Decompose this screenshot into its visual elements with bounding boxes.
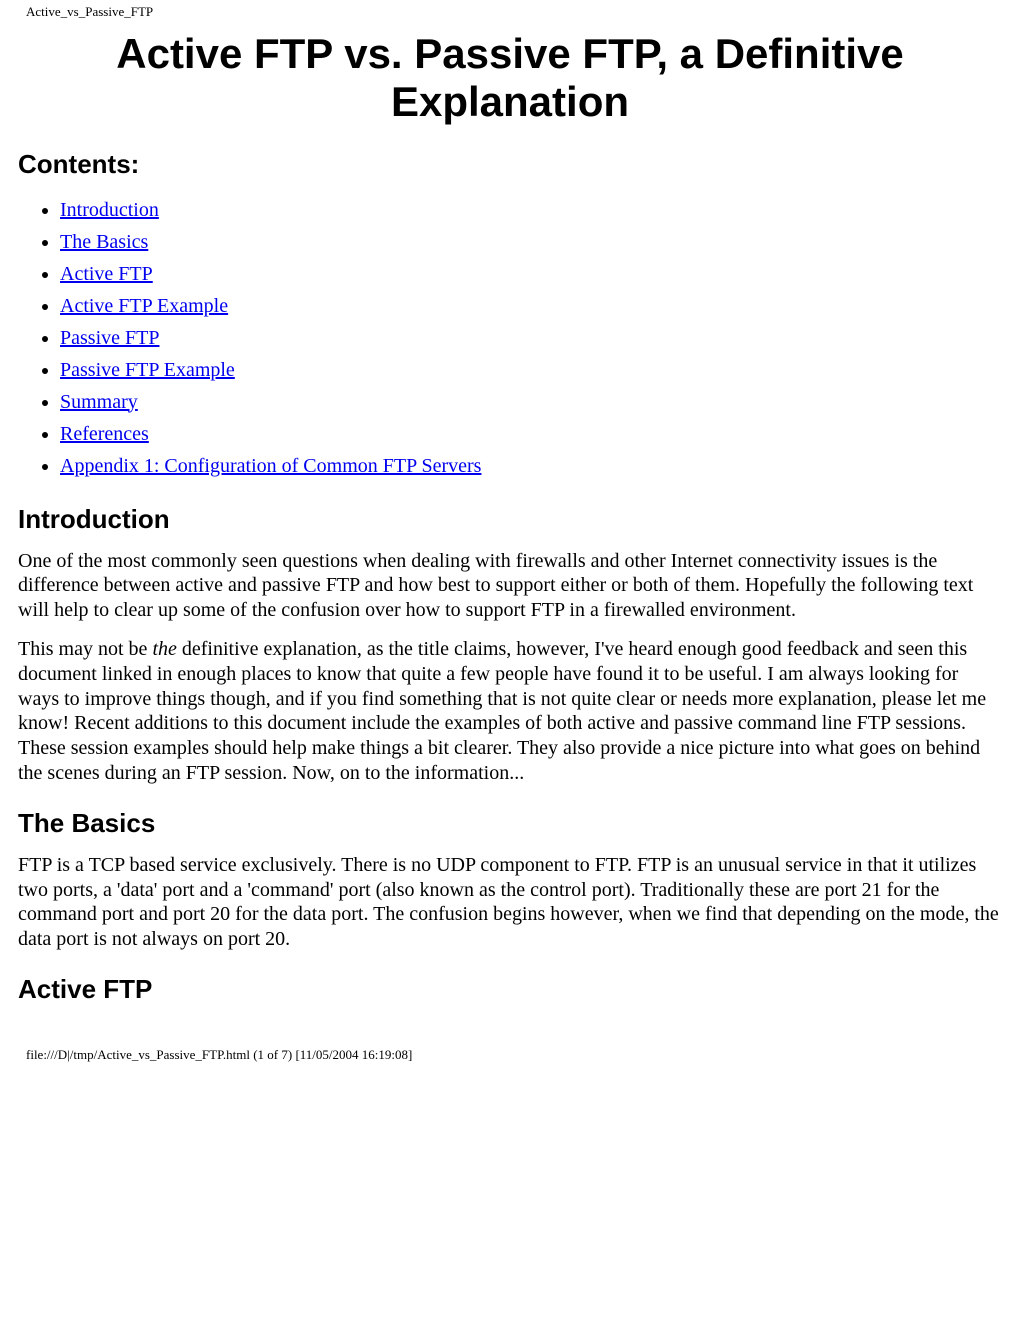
toc-item: Passive FTP	[60, 322, 1002, 354]
toc-item: Introduction	[60, 194, 1002, 226]
introduction-heading: Introduction	[18, 504, 1002, 535]
page-footer-path: file:///D|/tmp/Active_vs_Passive_FTP.htm…	[0, 1019, 1020, 1069]
toc-link-active-ftp-example[interactable]: Active FTP Example	[60, 295, 228, 317]
basics-paragraph-1: FTP is a TCP based service exclusively. …	[18, 853, 1002, 952]
toc-item: Passive FTP Example	[60, 354, 1002, 386]
emphasis-the: the	[152, 638, 176, 660]
page-title: Active FTP vs. Passive FTP, a Definitive…	[18, 30, 1002, 127]
text-span: This may not be	[18, 638, 152, 660]
toc-item: References	[60, 418, 1002, 450]
toc-link-appendix-1[interactable]: Appendix 1: Configuration of Common FTP …	[60, 455, 481, 477]
toc-link-introduction[interactable]: Introduction	[60, 199, 159, 221]
toc-link-summary[interactable]: Summary	[60, 391, 138, 413]
toc-item: Summary	[60, 386, 1002, 418]
toc-item: Appendix 1: Configuration of Common FTP …	[60, 450, 1002, 482]
toc-link-passive-ftp[interactable]: Passive FTP	[60, 327, 159, 349]
toc-item: Active FTP	[60, 258, 1002, 290]
toc-item: Active FTP Example	[60, 290, 1002, 322]
basics-heading: The Basics	[18, 808, 1002, 839]
introduction-paragraph-2: This may not be the definitive explanati…	[18, 637, 1002, 786]
page-header-filename: Active_vs_Passive_FTP	[0, 0, 1020, 22]
toc-link-active-ftp[interactable]: Active FTP	[60, 263, 153, 285]
table-of-contents: Introduction The Basics Active FTP Activ…	[18, 194, 1002, 482]
document-content: Active FTP vs. Passive FTP, a Definitive…	[0, 30, 1020, 1005]
toc-item: The Basics	[60, 226, 1002, 258]
contents-heading: Contents:	[18, 149, 1002, 180]
introduction-paragraph-1: One of the most commonly seen questions …	[18, 549, 1002, 623]
toc-link-passive-ftp-example[interactable]: Passive FTP Example	[60, 359, 235, 381]
toc-link-basics[interactable]: The Basics	[60, 231, 148, 253]
active-ftp-heading: Active FTP	[18, 974, 1002, 1005]
toc-link-references[interactable]: References	[60, 423, 149, 445]
